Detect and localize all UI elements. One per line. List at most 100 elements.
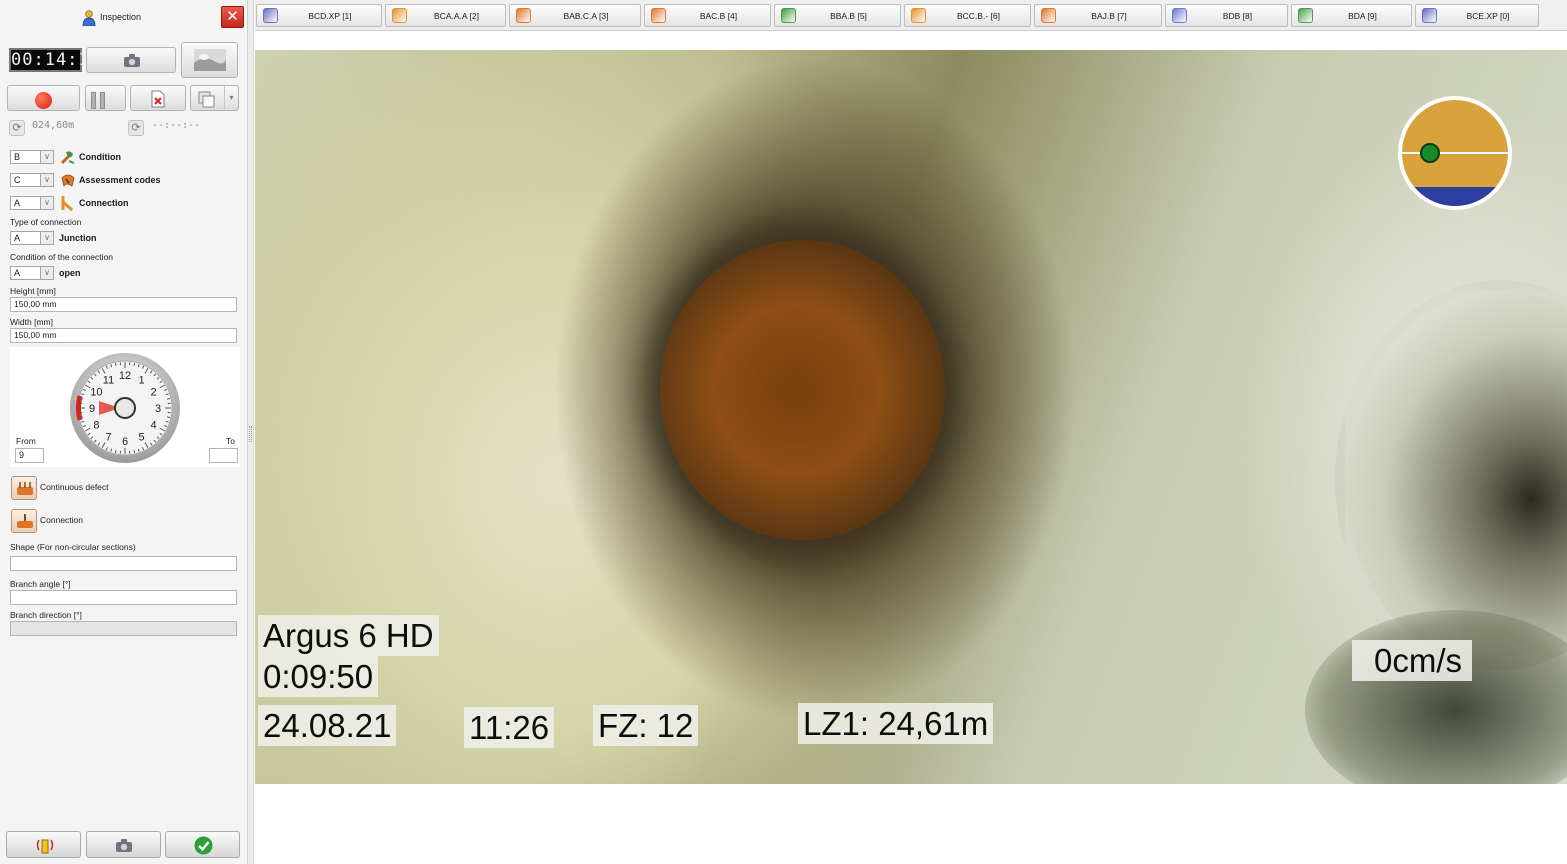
to-label: To [226,436,235,446]
tab-bab-c-a-3[interactable]: BAB.C.A [3] [509,4,641,27]
connection-tool-icon [17,514,33,528]
break-icon [651,8,666,23]
refresh-distance-icon[interactable]: ⟳ [9,120,25,136]
tab-bda-9[interactable]: BDA [9] [1291,4,1412,27]
connection-label: Connection [79,198,129,208]
clock-number: 1 [138,374,144,386]
tab-label: BDA [9] [1348,11,1377,21]
type-of-connection-select[interactable]: A ∨ [10,231,54,245]
photo-icon [1298,8,1313,23]
pause-button[interactable] [85,85,126,111]
height-field[interactable]: 150,00 mm [10,297,237,312]
chevron-down-icon: ∨ [40,151,53,163]
connection-value: A [14,198,21,208]
tab-bac-b-4[interactable]: BAC.B [4] [644,4,771,27]
clock-number: 9 [89,403,95,415]
condition-of-connection-select[interactable]: A ∨ [10,266,54,280]
condition-select[interactable]: B ∨ [10,150,54,164]
osd-distance: LZ1: 24,61m [798,703,994,744]
clock-tick [79,397,84,400]
panel-title-bar: Inspection ✕ [0,0,248,34]
tab-label: BAC.B [4] [699,11,738,21]
clock-tick [133,362,136,367]
tab-bca-a-a-2[interactable]: BCA.A.A [2] [385,4,506,27]
osd-camera-model: Argus 6 HD [258,615,439,656]
image-preview-button[interactable] [181,42,238,78]
clock-number: 8 [93,420,99,432]
chevron-down-icon: ▾ [224,86,238,110]
tab-bcc-b-6[interactable]: BCC.B.- [6] [904,4,1031,27]
panel-splitter[interactable] [248,0,254,864]
to-input[interactable] [209,448,238,463]
copy-dropdown-button[interactable]: ▾ [190,85,239,111]
roots-icon [781,8,796,23]
refresh-time-icon[interactable]: ⟳ [128,120,144,136]
condition-of-connection-label: Condition of the connection [10,252,114,262]
shape-label: Shape (For non-circular sections) [10,542,136,552]
osd-elapsed-time: 0:09:50 [258,656,379,697]
connection-select[interactable]: A ∨ [10,196,54,210]
chevron-down-icon: ∨ [40,197,53,209]
osd-speed: 0cm/s [1352,640,1473,681]
video-area: Argus 6 HD 0:09:50 24.08.21 11:26 FZ: 12… [255,31,1567,864]
osd-clock-time: 11:26 [464,707,555,748]
tab-label: BCA.A.A [2] [434,11,479,21]
splitter-grip [249,426,252,442]
clock-dial-icon[interactable]: 12 12 3 45678 9 1011 [68,351,182,465]
displacement-icon [1041,8,1056,23]
tab-label: BCC.B.- [6] [957,11,1000,21]
branch-angle-label: Branch angle [°] [10,579,71,589]
continuous-defect-label: Continuous defect [40,482,109,492]
tab-bcd-xp-1[interactable]: BCD.XP [1] [256,4,382,27]
osd-date: 24.08.21 [258,705,397,746]
delete-document-button[interactable] [130,85,186,111]
assessment-select[interactable]: C ∨ [10,173,54,187]
from-label: From [16,436,36,446]
clock-tick [114,362,117,367]
pipe-shadow [1305,610,1567,784]
tab-bdb-8[interactable]: BDB [8] [1165,4,1288,27]
camera-icon [124,54,140,67]
tab-bba-b-5[interactable]: BBA.B [5] [774,4,901,27]
pipe-view-icon [194,49,226,71]
continuous-defect-icon [17,482,33,495]
pipe-segment-icon [263,8,278,23]
crack-icon [516,8,531,23]
branch-direction-field [10,621,237,636]
water-level-band [1402,186,1508,206]
clock-number: 6 [122,436,128,448]
type-of-connection-label: Type of connection [10,217,82,227]
tab-bce-xp-0[interactable]: BCE.XP [0] [1415,4,1539,27]
pause-icon [91,92,107,109]
connection-tool-button[interactable] [11,509,37,533]
record-button[interactable] [7,85,80,111]
from-input[interactable]: 9 [15,448,44,463]
clock-tick [166,397,171,400]
checkmark-icon [194,836,213,855]
branch-angle-field[interactable] [10,590,237,605]
signal-button[interactable] [6,831,81,858]
tab-label: BDB [8] [1222,11,1253,21]
chevron-down-icon: ∨ [40,174,53,186]
pipe-end-icon [1422,8,1437,23]
record-icon [35,92,52,109]
clock-tick [166,416,171,419]
clock-number: 2 [151,387,157,399]
clock-number: 7 [105,432,111,444]
continuous-defect-button[interactable] [11,476,37,500]
lateral-connection-opening [660,240,945,540]
snapshot-button[interactable] [86,47,176,73]
type-of-connection-value: A [14,233,21,243]
panel-title: Inspection [100,12,142,22]
width-field[interactable]: 150,00 mm [10,328,237,343]
branch-icon [61,196,73,211]
shape-field[interactable] [10,556,237,571]
camera-button[interactable] [86,831,161,858]
condition-of-connection-value: A [14,268,21,278]
tab-label: BCE.XP [0] [1466,11,1510,21]
clock-number: 12 [119,370,131,382]
tab-label: BAB.C.A [3] [563,11,609,21]
close-button[interactable]: ✕ [221,6,244,28]
tab-baj-b-7[interactable]: BAJ.B [7] [1034,4,1162,27]
confirm-button[interactable] [165,831,240,858]
